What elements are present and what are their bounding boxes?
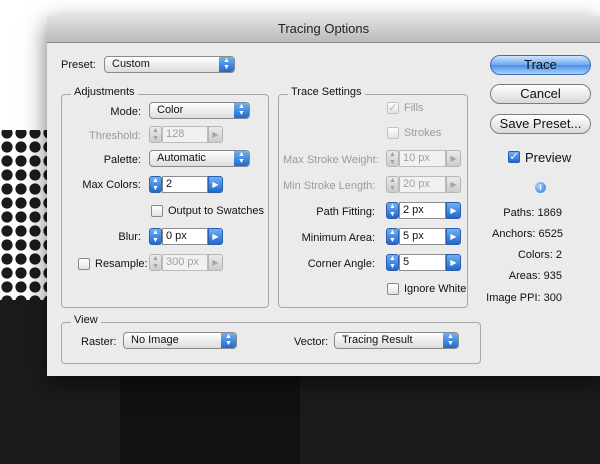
raster-select[interactable]: No Image ▲ ▼	[123, 332, 237, 349]
blur-label: Blur:	[118, 231, 141, 243]
max-stroke-weight-field: 10 px	[399, 150, 446, 167]
up-down-arrows-icon: ▲ ▼	[221, 333, 236, 348]
info-icon: i	[535, 182, 546, 193]
output-to-swatches-label: Output to Swatches	[168, 205, 264, 217]
minimum-area-label: Minimum Area:	[301, 232, 375, 244]
colors-stat: Colors: 2	[517, 249, 562, 261]
max-colors-field[interactable]: 2	[162, 176, 208, 193]
raster-value: No Image	[131, 334, 179, 346]
max-stroke-weight-dropdown: ▶	[446, 150, 461, 167]
minimum-area-field[interactable]: 5 px	[399, 228, 446, 245]
trace-settings-title: Trace Settings	[288, 86, 365, 98]
strokes-checkbox	[387, 127, 399, 139]
path-fitting-stepper[interactable]: ▲ ▼	[386, 202, 399, 219]
threshold-label: Threshold:	[89, 130, 141, 142]
mode-select[interactable]: Color ▲ ▼	[149, 102, 250, 119]
min-stroke-length-stepper: ▲ ▼	[386, 176, 399, 193]
resample-label: Resample:	[95, 258, 148, 270]
resample-checkbox[interactable]	[78, 258, 90, 270]
preset-label: Preset:	[61, 59, 96, 71]
corner-angle-field[interactable]: 5	[399, 254, 446, 271]
up-down-arrows-icon: ▲ ▼	[234, 151, 249, 166]
minimum-area-dropdown[interactable]: ▶	[446, 228, 461, 245]
minimum-area-stepper[interactable]: ▲ ▼	[386, 228, 399, 245]
up-down-arrows-icon: ▲ ▼	[443, 333, 458, 348]
threshold-stepper: ▲ ▼	[149, 126, 162, 143]
max-stroke-weight-label: Max Stroke Weight:	[283, 154, 379, 166]
vector-select[interactable]: Tracing Result ▲ ▼	[334, 332, 459, 349]
path-fitting-field[interactable]: 2 px	[399, 202, 446, 219]
up-down-arrows-icon: ▲ ▼	[219, 57, 234, 72]
up-down-arrows-icon: ▲ ▼	[234, 103, 249, 118]
min-stroke-length-dropdown: ▶	[446, 176, 461, 193]
preset-value: Custom	[112, 58, 150, 70]
ignore-white-checkbox[interactable]	[387, 283, 399, 295]
areas-stat: Areas: 935	[508, 270, 562, 282]
tracing-options-dialog: Tracing Options Preset: Custom ▲ ▼ Adjust…	[47, 16, 600, 376]
blur-field[interactable]: 0 px	[162, 228, 208, 245]
max-colors-dropdown[interactable]: ▶	[208, 176, 223, 193]
path-fitting-dropdown[interactable]: ▶	[446, 202, 461, 219]
ignore-white-label: Ignore White	[404, 283, 467, 295]
raster-label: Raster:	[81, 336, 117, 348]
threshold-field: 128	[162, 126, 208, 143]
min-stroke-length-label: Min Stroke Length:	[283, 180, 376, 192]
paths-stat: Paths: 1869	[503, 207, 562, 219]
preview-label: Preview	[525, 150, 572, 165]
preview-checkbox[interactable]: ✓	[508, 151, 520, 163]
corner-angle-label: Corner Angle:	[307, 258, 375, 270]
palette-label: Palette:	[103, 154, 141, 166]
path-fitting-label: Path Fitting:	[316, 206, 375, 218]
corner-angle-dropdown[interactable]: ▶	[446, 254, 461, 271]
mode-label: Mode:	[110, 106, 141, 118]
blur-dropdown[interactable]: ▶	[208, 228, 223, 245]
trace-button[interactable]: Trace	[490, 55, 591, 75]
image-ppi-stat: Image PPI: 300	[486, 292, 562, 304]
adjustments-title: Adjustments	[71, 86, 138, 98]
vector-label: Vector:	[294, 336, 329, 348]
strokes-label: Strokes	[404, 127, 442, 139]
max-stroke-weight-stepper: ▲ ▼	[386, 150, 399, 167]
fills-checkbox: ✓	[387, 102, 399, 114]
corner-angle-stepper[interactable]: ▲ ▼	[386, 254, 399, 271]
resample-stepper: ▲ ▼	[149, 254, 162, 271]
max-colors-stepper[interactable]: ▲ ▼	[149, 176, 162, 193]
resample-field: 300 px	[162, 254, 208, 271]
dialog-title: Tracing Options	[47, 16, 600, 43]
max-colors-label: Max Colors:	[82, 179, 141, 191]
anchors-stat: Anchors: 6525	[492, 228, 563, 240]
threshold-dropdown: ▶	[208, 126, 223, 143]
mode-value: Color	[157, 104, 184, 116]
cancel-button[interactable]: Cancel	[490, 84, 591, 104]
blur-stepper[interactable]: ▲ ▼	[149, 228, 162, 245]
output-to-swatches-checkbox[interactable]	[151, 205, 163, 217]
min-stroke-length-field: 20 px	[399, 176, 446, 193]
resample-dropdown: ▶	[208, 254, 223, 271]
fills-label: Fills	[404, 102, 424, 114]
save-preset-button[interactable]: Save Preset...	[490, 114, 591, 134]
vector-value: Tracing Result	[342, 334, 413, 346]
view-title: View	[71, 314, 101, 326]
palette-select[interactable]: Automatic ▲ ▼	[149, 150, 250, 167]
preset-select[interactable]: Custom ▲ ▼	[104, 56, 235, 73]
palette-value: Automatic	[157, 152, 206, 164]
